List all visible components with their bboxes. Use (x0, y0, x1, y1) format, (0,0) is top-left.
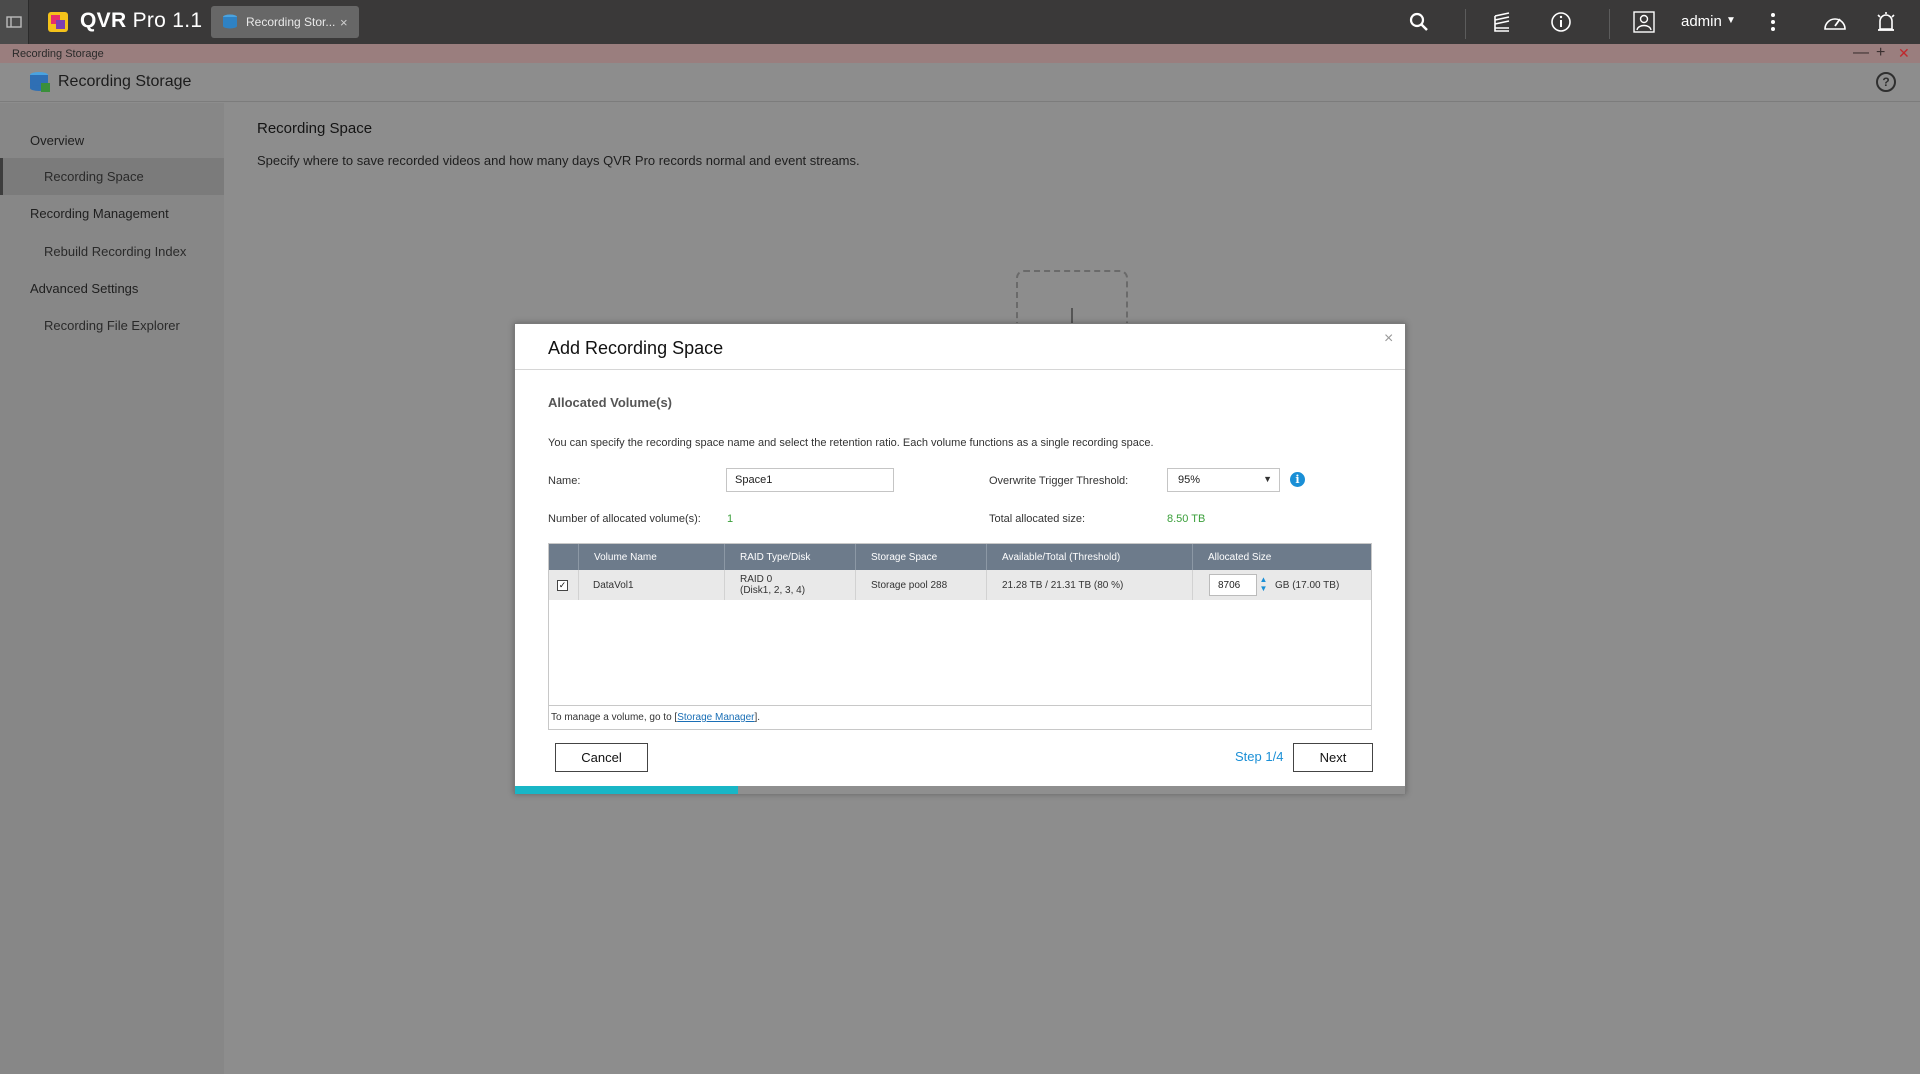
sidebar-item-advanced-settings[interactable]: Advanced Settings (0, 270, 224, 307)
top-bar: QVR Pro 1.1 Recording Stor... × admin ▼ (0, 0, 1920, 44)
table-header-storage: Storage Space (855, 544, 986, 570)
page-title: Recording Space (257, 120, 373, 137)
minimize-icon[interactable]: — (1853, 45, 1869, 61)
available-total: 21.28 TB / 21.31 TB (80 %) (986, 570, 1192, 600)
size-stepper[interactable]: ▲ ▼ (1258, 575, 1269, 595)
more-options-icon[interactable] (1762, 11, 1784, 33)
tab-label: Recording Stor... (246, 15, 336, 29)
dialog-title: Add Recording Space (548, 338, 724, 358)
cancel-button[interactable]: Cancel (555, 743, 648, 772)
user-avatar-icon[interactable] (1633, 11, 1655, 33)
wizard-progress-bar (515, 786, 1405, 794)
total-size-value: 8.50 TB (1167, 513, 1206, 525)
sidebar-item-recording-file-explorer[interactable]: Recording File Explorer (0, 307, 224, 344)
storage-manager-link[interactable]: Storage Manager (677, 712, 754, 723)
allocated-size-input[interactable] (1209, 574, 1257, 596)
sidebar-item-recording-space[interactable]: Recording Space (0, 158, 224, 195)
toolbar-divider (1609, 9, 1610, 39)
info-icon[interactable] (1550, 11, 1572, 33)
sidebar-item-recording-management[interactable]: Recording Management (0, 195, 224, 232)
menu-icon (6, 16, 22, 28)
footer-suffix: ]. (754, 712, 761, 723)
name-label: Name: (548, 475, 581, 487)
app-header-title: Recording Storage (58, 73, 192, 90)
sidebar-item-overview[interactable]: Overview (0, 122, 224, 159)
dashboard-gauge-icon[interactable] (1822, 11, 1848, 33)
next-button[interactable]: Next (1293, 743, 1373, 772)
num-volumes-value: 1 (727, 513, 734, 525)
volume-name: DataVol1 (578, 570, 724, 600)
info-icon[interactable]: i (1290, 472, 1305, 487)
add-space-placeholder[interactable] (1016, 270, 1128, 330)
sidebar: Overview Recording Space Recording Manag… (0, 103, 224, 1074)
add-recording-space-dialog: Add Recording Space × Allocated Volume(s… (514, 323, 1406, 794)
chevron-down-icon[interactable]: ▼ (1726, 15, 1736, 26)
window-title-bar: Recording Storage — + ✕ (0, 44, 1920, 63)
num-volumes-label: Number of allocated volume(s): (548, 513, 701, 525)
app-header: Recording Storage ? (0, 63, 1920, 102)
threshold-value: 95% (1178, 474, 1201, 486)
table-header: Volume Name RAID Type/Disk Storage Space… (549, 544, 1371, 570)
table-header-select (549, 544, 578, 570)
qvr-logo-icon (48, 12, 68, 32)
maximize-icon[interactable]: + (1876, 45, 1885, 61)
app-title: QVR Pro 1.1 (80, 9, 203, 32)
chevron-down-icon: ▼ (1263, 474, 1272, 484)
divider (515, 369, 1405, 370)
alarm-icon[interactable] (1875, 11, 1897, 33)
sidebar-item-rebuild-recording-index[interactable]: Rebuild Recording Index (0, 233, 224, 270)
storage-space: Storage pool 288 (855, 570, 986, 600)
task-stack-icon[interactable] (1491, 11, 1513, 33)
name-input[interactable] (726, 468, 894, 492)
close-icon[interactable]: × (1384, 330, 1393, 348)
total-size-label: Total allocated size: (989, 513, 1085, 525)
main-menu-button[interactable] (0, 0, 29, 44)
intro-text: You can specify the recording space name… (548, 437, 1154, 449)
progress-fill (515, 786, 738, 794)
table-row[interactable]: ✓ DataVol1 RAID 0 (Disk1, 2, 3, 4) Stora… (549, 570, 1371, 600)
threshold-select[interactable]: 95% ▼ (1167, 468, 1280, 492)
table-header-available: Available/Total (Threshold) (986, 544, 1192, 570)
raid-type: RAID 0 (740, 574, 773, 585)
table-footer: To manage a volume, go to [Storage Manag… (549, 705, 1371, 729)
raid-disks: (Disk1, 2, 3, 4) (740, 585, 806, 596)
storage-icon (223, 14, 237, 29)
window-title: Recording Storage (12, 48, 104, 60)
threshold-label: Overwrite Trigger Threshold: (989, 475, 1129, 487)
step-indicator: Step 1/4 (1235, 749, 1284, 764)
tab-close-icon[interactable]: × (340, 15, 348, 30)
table-header-volume: Volume Name (578, 544, 724, 570)
section-heading: Allocated Volume(s) (548, 395, 673, 410)
volume-table: Volume Name RAID Type/Disk Storage Space… (548, 543, 1372, 730)
footer-prefix: To manage a volume, go to [ (551, 712, 678, 723)
table-header-allocated: Allocated Size (1192, 544, 1371, 570)
tab-recording-storage[interactable]: Recording Stor... × (211, 6, 359, 38)
recording-storage-icon (30, 72, 50, 92)
search-icon[interactable] (1408, 11, 1430, 33)
page-description: Specify where to save recorded videos an… (257, 153, 860, 168)
close-icon[interactable]: ✕ (1898, 45, 1910, 61)
raid-cell: RAID 0 (Disk1, 2, 3, 4) (724, 570, 855, 600)
table-header-raid: RAID Type/Disk (724, 544, 855, 570)
allocated-unit: GB (17.00 TB) (1275, 580, 1340, 591)
toolbar-divider (1465, 9, 1466, 39)
row-checkbox[interactable]: ✓ (557, 580, 568, 591)
user-menu[interactable]: admin (1681, 13, 1722, 30)
help-icon[interactable]: ? (1876, 72, 1896, 92)
